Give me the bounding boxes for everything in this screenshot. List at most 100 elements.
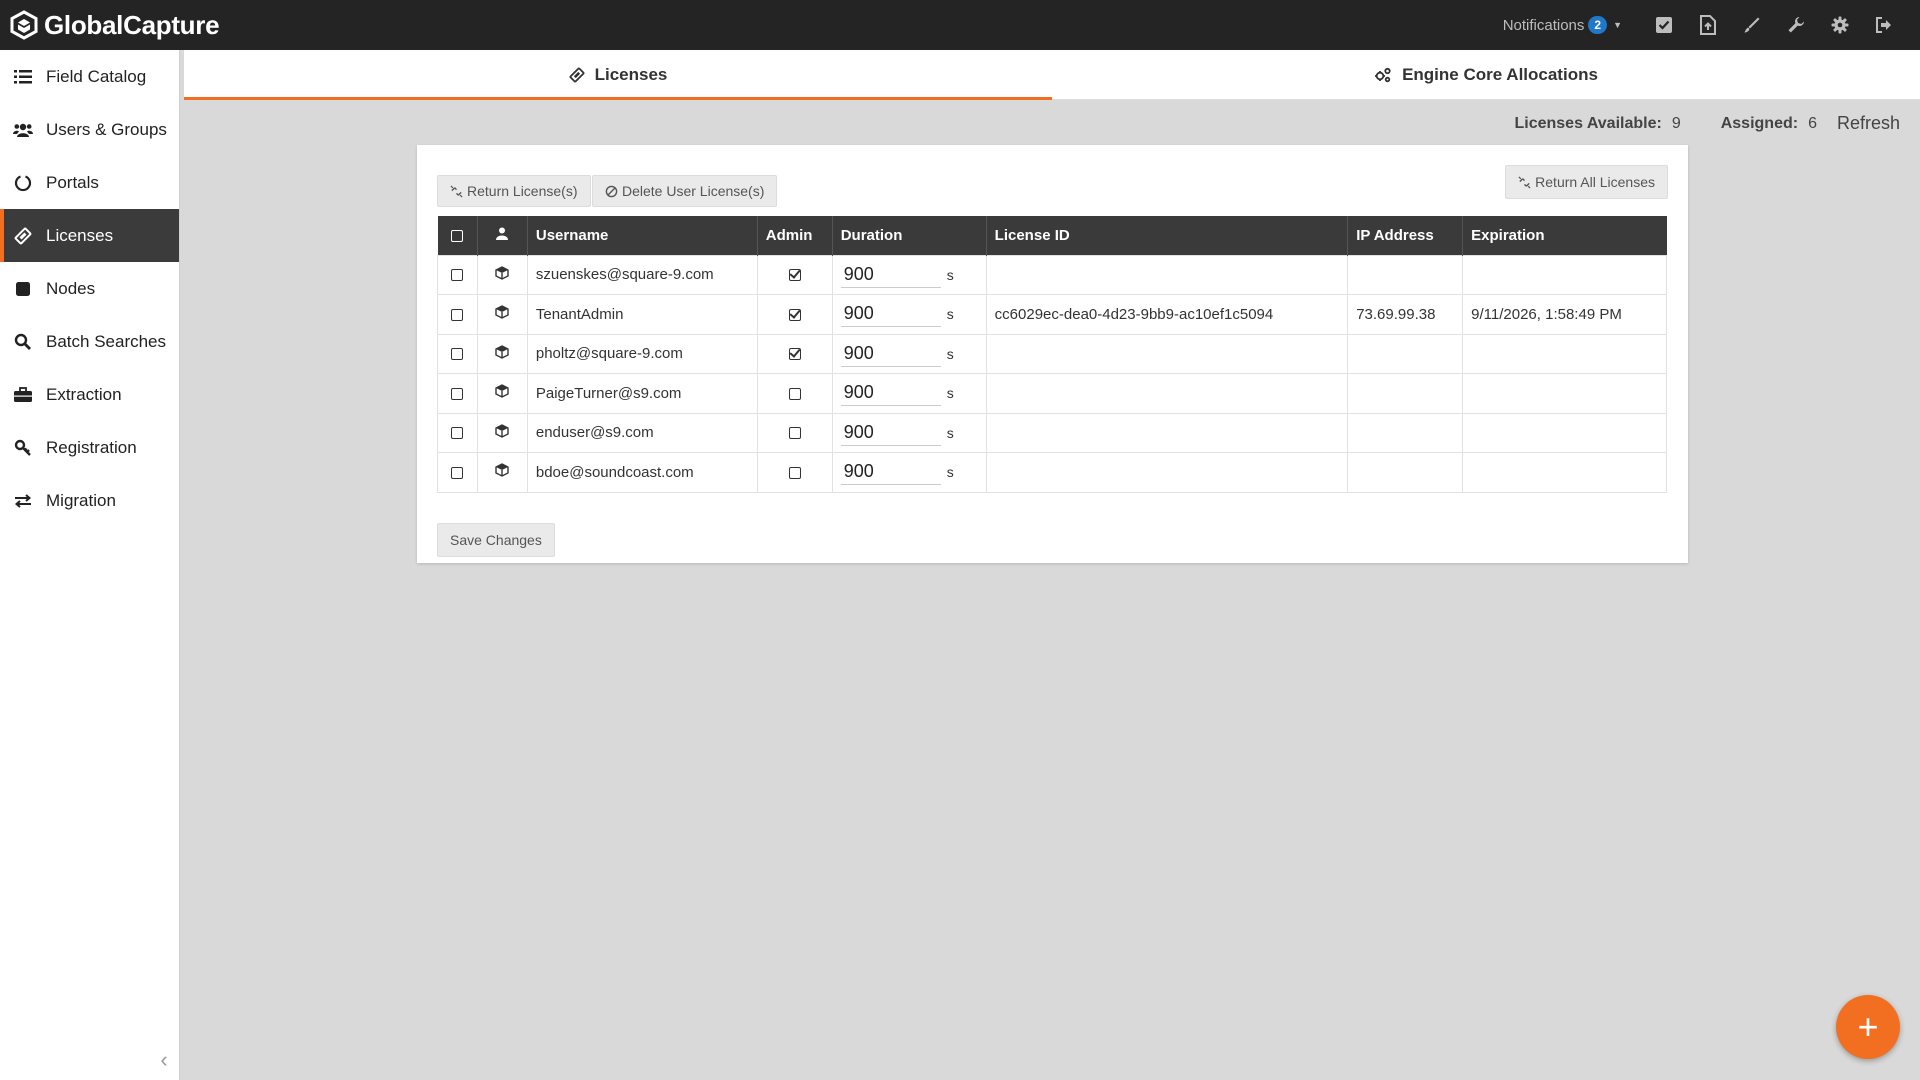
row-select-checkbox[interactable] <box>437 373 478 414</box>
license-id-cell <box>985 254 1349 295</box>
user-type-icon <box>476 412 528 453</box>
license-id-cell: cc6029ec-dea0-4d23-9bb9-ac10ef1c5094 <box>985 294 1349 335</box>
sidebar-item-label: Batch Searches <box>46 331 167 351</box>
globalcapture-logo-icon <box>10 10 38 40</box>
circle-notch-icon <box>12 172 34 194</box>
sidebar-item-migration[interactable]: Migration <box>0 474 179 527</box>
logout-icon[interactable] <box>1862 0 1906 50</box>
key-icon <box>12 437 34 459</box>
row-select-checkbox[interactable] <box>437 333 478 374</box>
table-row: pholtz@square-9.com s <box>437 333 1667 374</box>
sidebar-item-users-groups[interactable]: Users & Groups <box>0 103 179 156</box>
column-header-username[interactable]: Username <box>527 216 758 255</box>
admin-checkbox[interactable] <box>756 254 833 295</box>
duration-cell: s <box>831 333 987 374</box>
admin-checkbox[interactable] <box>756 294 833 335</box>
admin-checkbox[interactable] <box>756 412 833 453</box>
tab-licenses[interactable]: Licenses <box>184 50 1052 100</box>
ip-address-cell <box>1347 452 1464 493</box>
ip-address-cell <box>1347 254 1464 295</box>
collapse-sidebar-chevron-left-icon[interactable]: ‹ <box>154 1047 174 1072</box>
ip-address-cell <box>1347 373 1464 414</box>
sidebar-item-licenses[interactable]: Licenses <box>0 209 179 262</box>
search-icon <box>12 331 34 353</box>
duration-unit: s <box>946 345 954 362</box>
chevron-down-icon: ▼ <box>1613 20 1622 30</box>
refresh-button[interactable]: Refresh <box>1837 113 1900 134</box>
licenses-panel: Return License(s) Delete User License(s)… <box>417 145 1688 563</box>
document-upload-icon[interactable] <box>1686 0 1730 50</box>
row-select-checkbox[interactable] <box>437 254 478 295</box>
user-type-icon <box>476 254 528 295</box>
duration-input[interactable] <box>840 261 941 288</box>
square-icon <box>12 278 34 300</box>
row-select-checkbox[interactable] <box>437 412 478 453</box>
save-changes-button[interactable]: Save Changes <box>437 523 555 557</box>
app-name: GlobalCapture <box>44 9 220 40</box>
tab-label: Engine Core Allocations <box>1402 64 1598 84</box>
sidebar-item-field-catalog[interactable]: Field Catalog <box>0 50 179 103</box>
select-all-checkbox[interactable] <box>437 216 478 255</box>
sidebar-item-label: Nodes <box>46 278 96 298</box>
gear-icon[interactable] <box>1818 0 1862 50</box>
duration-unit: s <box>946 424 954 441</box>
assigned-value: 6 <box>1808 114 1817 132</box>
top-bar: GlobalCapture Notifications 2 ▼ <box>0 0 1920 50</box>
return-all-licenses-button[interactable]: Return All Licenses <box>1505 165 1668 199</box>
duration-cell: s <box>831 294 987 335</box>
column-header-license-id[interactable]: License ID <box>986 216 1349 255</box>
plus-icon: + <box>1857 1006 1879 1047</box>
admin-checkbox[interactable] <box>756 452 833 493</box>
brand-logo[interactable]: GlobalCapture <box>10 9 220 41</box>
sidebar-item-label: Licenses <box>46 225 114 245</box>
tab-label: Licenses <box>594 64 668 84</box>
column-header-admin[interactable]: Admin <box>757 216 833 255</box>
expiration-cell <box>1462 254 1667 295</box>
expiration-cell <box>1462 333 1667 374</box>
sidebar-item-batch-searches[interactable]: Batch Searches <box>0 315 179 368</box>
row-select-checkbox[interactable] <box>437 452 478 493</box>
notifications-menu[interactable]: Notifications 2 ▼ <box>1503 16 1622 34</box>
notifications-count-badge: 2 <box>1588 16 1608 34</box>
duration-input[interactable] <box>840 459 941 486</box>
license-id-cell <box>985 333 1349 374</box>
ip-address-cell <box>1347 333 1464 374</box>
sidebar-item-registration[interactable]: Registration <box>0 421 179 474</box>
table-row: szuenskes@square-9.com s <box>437 254 1667 295</box>
duration-input[interactable] <box>840 380 941 407</box>
sidebar-item-label: Migration <box>46 490 116 510</box>
add-fab-button[interactable]: + <box>1836 995 1900 1059</box>
row-select-checkbox[interactable] <box>437 294 478 335</box>
column-header-ip-address[interactable]: IP Address <box>1347 216 1464 255</box>
column-header-expiration[interactable]: Expiration <box>1463 216 1667 255</box>
tasks-icon[interactable] <box>1642 0 1686 50</box>
table-row: enduser@s9.com s <box>437 412 1667 453</box>
sidebar-item-label: Registration <box>46 437 137 457</box>
duration-input[interactable] <box>840 340 941 367</box>
notifications-label: Notifications <box>1502 16 1585 34</box>
wrench-icon[interactable] <box>1774 0 1818 50</box>
sidebar: Field Catalog Users & Groups Portals Lic… <box>0 50 180 1080</box>
username-cell: bdoe@soundcoast.com <box>526 452 758 493</box>
duration-input[interactable] <box>840 301 941 328</box>
pen-icon[interactable] <box>1730 0 1774 50</box>
return-licenses-button[interactable]: Return License(s) <box>437 175 591 207</box>
duration-input[interactable] <box>840 419 941 446</box>
username-cell: enduser@s9.com <box>526 412 758 453</box>
duration-unit: s <box>946 464 954 481</box>
column-header-duration[interactable]: Duration <box>832 216 987 255</box>
duration-unit: s <box>946 306 954 323</box>
sidebar-item-portals[interactable]: Portals <box>0 156 179 209</box>
license-id-cell <box>985 452 1349 493</box>
admin-checkbox[interactable] <box>756 333 833 374</box>
sidebar-item-extraction[interactable]: Extraction <box>0 368 179 421</box>
delete-user-licenses-button[interactable]: Delete User License(s) <box>592 175 778 207</box>
assigned-label: Assigned: <box>1720 114 1799 132</box>
table-row: TenantAdmin s cc6029ec-dea0-4d23-9bb9-ac10… <box>437 294 1667 335</box>
admin-checkbox[interactable] <box>756 373 833 414</box>
tab-engine-core-allocations[interactable]: Engine Core Allocations <box>1052 50 1920 99</box>
cogs-icon <box>1375 67 1391 82</box>
sidebar-item-nodes[interactable]: Nodes <box>0 262 179 315</box>
duration-cell: s <box>831 254 987 295</box>
briefcase-icon <box>12 384 34 406</box>
